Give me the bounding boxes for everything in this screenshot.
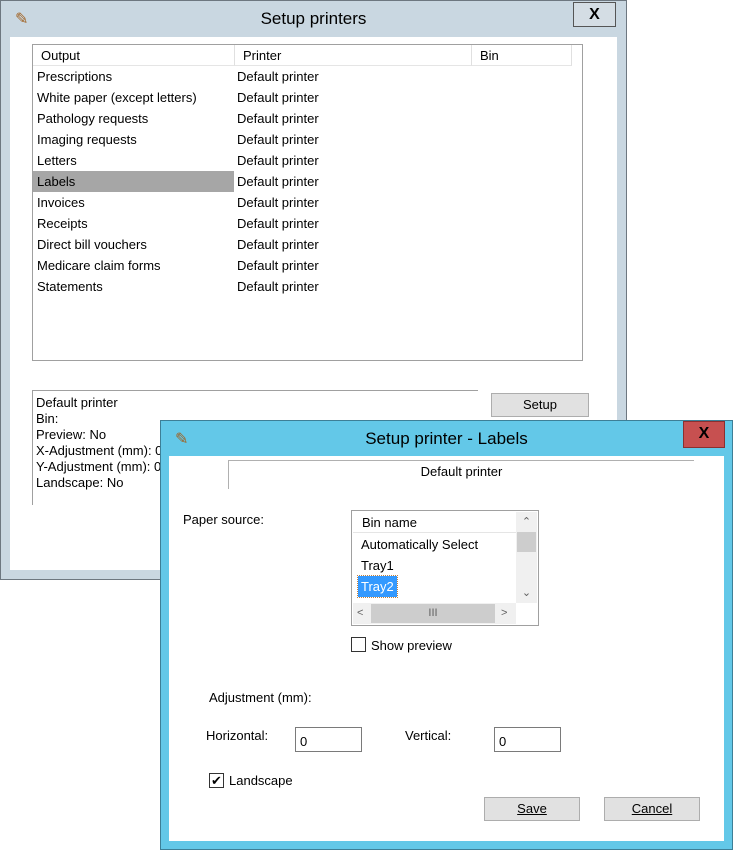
save-button[interactable]: Save [484,797,580,821]
table-row[interactable]: Labels Default printer [33,171,582,192]
show-preview-label: Show preview [371,638,452,653]
table-row[interactable]: Pathology requests Default printer [33,108,582,129]
show-preview-checkbox[interactable] [351,637,366,652]
column-header-output[interactable]: Output [33,45,235,66]
horizontal-label: Horizontal: [206,728,269,743]
scroll-right-icon[interactable]: > [501,603,507,624]
output-cell: Pathology requests [37,111,149,126]
printer-cell: Default printer [237,258,319,273]
table-row[interactable]: White paper (except letters) Default prin… [33,87,582,108]
table-row[interactable]: Letters Default printer [33,150,582,171]
checkmark-icon: ✔ [211,773,222,788]
window-title: Setup printers [260,9,367,28]
printer-cell: Default printer [237,69,319,84]
output-cell: Direct bill vouchers [37,237,147,252]
close-button[interactable]: X [573,2,616,27]
landscape-checkbox[interactable]: ✔ [209,773,224,788]
bin-item[interactable]: Automatically Select [361,534,478,555]
output-cell: Receipts [37,216,88,231]
table-row[interactable]: Receipts Default printer [33,213,582,234]
vertical-label: Vertical: [405,728,452,743]
column-header-printer[interactable]: Printer [235,45,472,66]
column-header-bin[interactable]: Bin [472,45,572,66]
output-cell: Letters [37,153,77,168]
printer-tab[interactable]: Default printer [228,460,694,489]
printer-cell: Default printer [237,111,319,126]
output-cell: Medicare claim forms [37,258,161,273]
printer-cell: Default printer [237,216,319,231]
cancel-button[interactable]: Cancel [604,797,700,821]
bin-list[interactable]: Bin name Automatically Select Tray1 Tray… [351,510,539,626]
horizontal-scroll-thumb[interactable]: III [371,604,495,623]
info-line: Default printer [36,395,118,410]
bin-name-header[interactable]: Bin name [353,512,516,533]
printer-cell: Default printer [237,132,319,147]
horizontal-scrollbar[interactable]: < III > [353,603,516,624]
table-row[interactable]: Statements Default printer [33,276,582,297]
paper-source-label: Paper source: [183,512,264,527]
scroll-thumb[interactable] [517,532,536,552]
printer-tab-label: Default printer [420,464,503,479]
printer-cell: Default printer [237,195,319,210]
landscape-label: Landscape [229,773,293,788]
cancel-label: Cancel [631,801,673,816]
printer-cell: Default printer [237,90,319,105]
output-cell: Prescriptions [37,69,113,84]
horizontal-input[interactable]: 0 [295,727,362,752]
scroll-down-icon[interactable]: ⌄ [516,583,537,603]
table-row[interactable]: Prescriptions Default printer [33,66,582,87]
output-cell: Statements [37,279,103,294]
vertical-scrollbar[interactable]: ⌃ ⌄ [516,512,537,603]
scroll-up-icon[interactable]: ⌃ [516,512,537,532]
adjustment-label: Adjustment (mm): [209,690,312,705]
printer-cell: Default printer [237,237,319,252]
setup-button[interactable]: Setup [491,393,589,417]
printer-cell: Default printer [237,279,319,294]
output-cell: Labels [33,171,234,192]
bin-item-selected[interactable]: Tray2 [357,575,398,598]
output-cell: Imaging requests [37,132,137,147]
scroll-left-icon[interactable]: < [357,603,363,624]
dialog-title: Setup printer - Labels [365,429,528,448]
output-printer-list[interactable]: Output Printer Bin Prescriptions Default … [32,44,583,361]
table-row[interactable]: Direct bill vouchers Default printer [33,234,582,255]
save-label: Save [517,801,547,816]
table-row[interactable]: Imaging requests Default printer [33,129,582,150]
printer-cell: Default printer [237,153,319,168]
vertical-input[interactable]: 0 [494,727,561,752]
dialog-close-button[interactable]: X [683,421,725,448]
bin-item[interactable]: Tray1 [361,555,394,576]
table-row[interactable]: Medicare claim forms Default printer [33,255,582,276]
printer-cell: Default printer [237,174,319,189]
output-cell: White paper (except letters) [37,90,197,105]
output-cell: Invoices [37,195,85,210]
table-row[interactable]: Invoices Default printer [33,192,582,213]
